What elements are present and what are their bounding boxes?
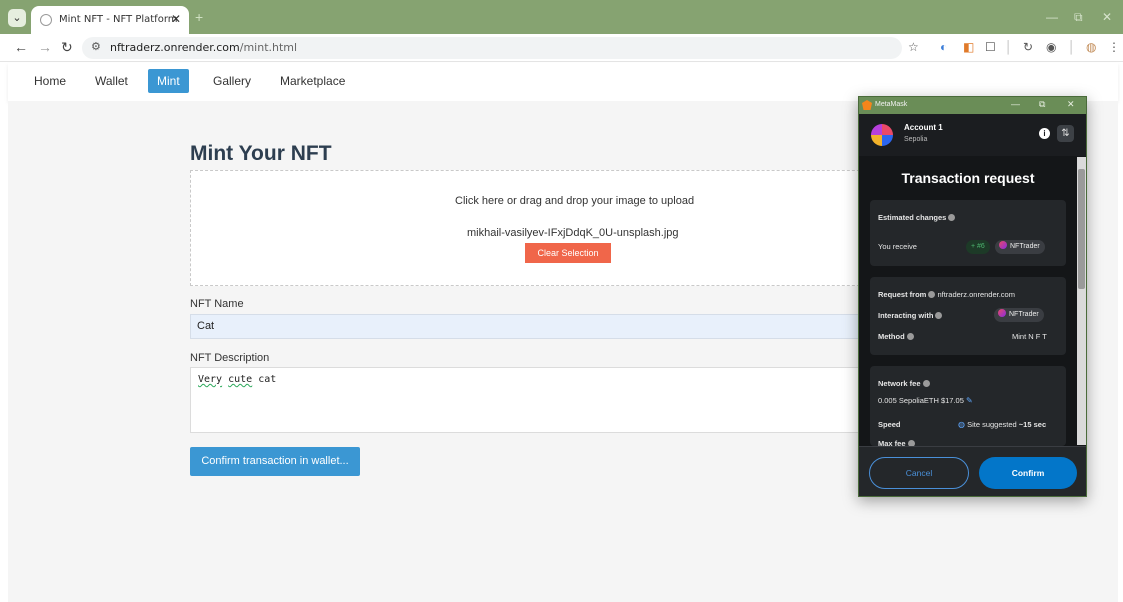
back-icon[interactable]: ← bbox=[14, 39, 28, 55]
url-input[interactable]: ⚙ nftraderz.onrender.com/mint.html bbox=[82, 37, 902, 59]
nav-mint[interactable]: Mint bbox=[148, 69, 189, 93]
address-bar-row: ← → ↻ ⚙ nftraderz.onrender.com/mint.html… bbox=[0, 34, 1123, 62]
reload-icon[interactable]: ↻ bbox=[61, 39, 73, 56]
restore-icon[interactable]: ⧉ bbox=[1074, 10, 1083, 25]
speed-time: ~15 sec bbox=[1018, 420, 1047, 429]
network-fee-label: Network fee bbox=[878, 379, 930, 388]
nav-gallery[interactable]: Gallery bbox=[213, 74, 251, 88]
scrollbar-thumb[interactable] bbox=[1078, 169, 1085, 289]
contract-pill[interactable]: NFTrader bbox=[994, 308, 1044, 322]
extensions-icon[interactable]: ☐ bbox=[985, 40, 996, 54]
advanced-settings-icon[interactable]: ⇅ bbox=[1057, 125, 1074, 142]
tab-search-icon[interactable]: ⌄ bbox=[8, 9, 26, 27]
speed-value: ◍ Site suggested ~15 sec bbox=[958, 420, 1047, 429]
browser-tab-strip: ⌄ Mint NFT - NFT Platform ✕ + — ⧉ ✕ bbox=[0, 0, 1123, 34]
url-text: nftraderz.onrender.com/mint.html bbox=[110, 41, 297, 54]
metamask-titlebar: MetaMask — ⧉ ✕ bbox=[859, 97, 1086, 114]
desc-word: cat bbox=[258, 374, 277, 385]
desc-word: cute bbox=[228, 374, 253, 385]
speed-label: Speed bbox=[878, 420, 901, 429]
nftrader-token-icon bbox=[999, 241, 1007, 249]
metamask-window-title: MetaMask bbox=[875, 101, 908, 108]
nftrader-contract-icon bbox=[998, 309, 1006, 317]
url-host: nftraderz.onrender.com bbox=[110, 41, 240, 54]
browser-tab[interactable]: Mint NFT - NFT Platform ✕ bbox=[31, 6, 189, 34]
receive-amount-badge: + #6 bbox=[966, 240, 990, 254]
network-fee-value: 0.005 SepoliaETH $17.05 ✎ bbox=[878, 396, 973, 405]
toolbar-divider-2: │ bbox=[1068, 40, 1076, 54]
selected-file-name: mikhail-vasilyev-IFxjDdqK_0U-unsplash.jp… bbox=[467, 227, 679, 239]
contract-name: NFTrader bbox=[1009, 311, 1039, 318]
you-receive-label: You receive bbox=[878, 242, 917, 251]
method-label: Method bbox=[878, 332, 914, 341]
confirm-in-wallet-button[interactable]: Confirm transaction in wallet... bbox=[190, 447, 360, 476]
confirm-button[interactable]: Confirm bbox=[979, 457, 1077, 489]
estimated-changes-card: Estimated changes You receive + #6 NFTra… bbox=[870, 200, 1066, 266]
request-from-info-icon[interactable] bbox=[928, 291, 936, 298]
interacting-with-label: Interacting with bbox=[878, 311, 943, 320]
metamask-fox-icon bbox=[862, 100, 872, 110]
nft-name-input[interactable]: Cat bbox=[190, 314, 910, 339]
forward-icon[interactable]: → bbox=[38, 39, 52, 55]
edit-fee-icon[interactable]: ✎ bbox=[966, 396, 973, 405]
close-window-icon[interactable]: ✕ bbox=[1102, 10, 1112, 24]
nav-marketplace[interactable]: Marketplace bbox=[280, 74, 345, 88]
history-icon[interactable]: ↻ bbox=[1023, 40, 1033, 54]
nft-description-label: NFT Description bbox=[190, 352, 270, 364]
request-from-row: Request from nftraderz.onrender.com bbox=[878, 290, 1015, 299]
nav-home[interactable]: Home bbox=[34, 74, 66, 88]
estimated-changes-label: Estimated changes bbox=[878, 213, 956, 222]
bookmark-star-icon[interactable]: ☆ bbox=[908, 40, 919, 54]
tab-close-icon[interactable]: ✕ bbox=[171, 12, 181, 26]
account-avatar[interactable] bbox=[871, 124, 893, 146]
globe-icon: ◍ bbox=[958, 420, 965, 429]
site-info-icon[interactable]: ⚙ bbox=[91, 40, 101, 53]
minimize-icon[interactable]: — bbox=[1046, 10, 1058, 24]
nft-name-label: NFT Name bbox=[190, 298, 244, 310]
downloads-icon[interactable]: ◉ bbox=[1046, 40, 1056, 54]
browser-menu-icon[interactable]: ⋮ bbox=[1108, 40, 1120, 54]
metamask-footer: Cancel Confirm bbox=[859, 446, 1086, 496]
new-tab-icon[interactable]: + bbox=[195, 9, 203, 25]
popup-minimize-icon[interactable]: — bbox=[1011, 99, 1020, 109]
metamask-extension-icon[interactable]: ◧ bbox=[963, 40, 974, 54]
dropzone-prompt: Click here or drag and drop your image t… bbox=[455, 195, 695, 207]
metamask-account-header: Account 1 Sepolia i ⇅ bbox=[859, 114, 1086, 156]
nft-description-textarea[interactable]: Very cute cat bbox=[190, 367, 910, 433]
receive-token-pill[interactable]: NFTrader bbox=[995, 240, 1045, 254]
image-dropzone[interactable]: Click here or drag and drop your image t… bbox=[190, 170, 910, 286]
transaction-request-heading: Transaction request bbox=[901, 170, 1035, 186]
interacting-with-info-icon[interactable] bbox=[935, 312, 943, 319]
toolbar-divider: │ bbox=[1005, 40, 1013, 54]
cancel-button[interactable]: Cancel bbox=[869, 457, 969, 489]
clear-selection-button[interactable]: Clear Selection bbox=[525, 243, 611, 263]
tab-title: Mint NFT - NFT Platform bbox=[59, 14, 178, 25]
network-fee-card: Network fee 0.005 SepoliaETH $17.05 ✎ Sp… bbox=[870, 366, 1066, 448]
page-title: Mint Your NFT bbox=[190, 142, 332, 165]
nav-wallet[interactable]: Wallet bbox=[95, 74, 128, 88]
estimated-changes-info-icon[interactable] bbox=[948, 214, 956, 221]
info-icon[interactable]: i bbox=[1039, 128, 1050, 139]
request-from-value: nftraderz.onrender.com bbox=[937, 290, 1015, 299]
request-details-card: Request from nftraderz.onrender.com Inte… bbox=[870, 277, 1066, 355]
network-fee-info-icon[interactable] bbox=[922, 380, 930, 387]
profile-avatar-icon[interactable]: ◍ bbox=[1086, 40, 1096, 54]
tab-favicon-icon bbox=[40, 14, 52, 26]
popup-close-icon[interactable]: ✕ bbox=[1067, 99, 1075, 110]
account-name: Account 1 bbox=[904, 123, 943, 132]
method-info-icon[interactable] bbox=[906, 333, 914, 340]
popup-restore-icon[interactable]: ⧉ bbox=[1039, 99, 1045, 110]
metamask-popup: MetaMask — ⧉ ✕ Account 1 Sepolia i ⇅ Tra… bbox=[858, 96, 1087, 497]
url-path: /mint.html bbox=[239, 41, 298, 54]
receive-token-name: NFTrader bbox=[1010, 243, 1040, 250]
desc-word: Very bbox=[198, 374, 223, 385]
network-name: Sepolia bbox=[904, 136, 928, 143]
read-aloud-icon[interactable]: ◐ bbox=[940, 40, 947, 54]
method-value: Mint N F T bbox=[1012, 332, 1047, 341]
metamask-scrollbar[interactable] bbox=[1077, 157, 1086, 445]
